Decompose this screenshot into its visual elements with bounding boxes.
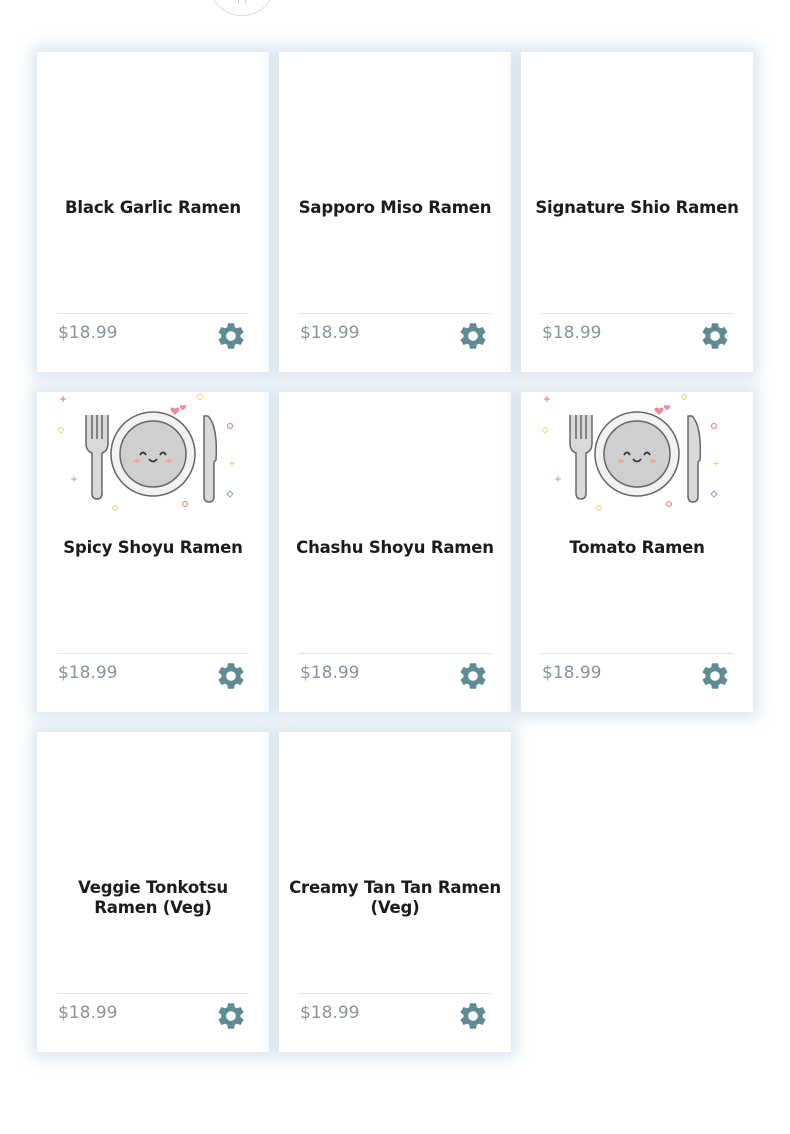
card-divider bbox=[57, 313, 249, 314]
item-image bbox=[299, 392, 491, 520]
menu-card[interactable]: Veggie Tonkotsu Ramen (Veg) $18.99 bbox=[37, 732, 269, 1052]
item-price: $18.99 bbox=[300, 323, 360, 343]
item-name: Sapporo Miso Ramen bbox=[298, 198, 492, 217]
menu-card[interactable]: Black Garlic Ramen $18.99 bbox=[37, 52, 269, 372]
plate-cutlery-icon bbox=[542, 394, 719, 511]
card-divider bbox=[57, 993, 249, 994]
item-price: $18.99 bbox=[542, 663, 602, 683]
menu-card[interactable]: Creamy Tan Tan Ramen (Veg) $18.99 bbox=[279, 732, 511, 1052]
item-name: Spicy Shoyu Ramen bbox=[63, 538, 243, 557]
item-name: Chashu Shoyu Ramen bbox=[296, 538, 494, 557]
item-image bbox=[57, 732, 249, 860]
item-image bbox=[299, 52, 491, 180]
item-name: Tomato Ramen bbox=[569, 538, 705, 557]
item-image bbox=[57, 52, 249, 180]
item-price: $18.99 bbox=[58, 323, 118, 343]
menu-card[interactable]: Chashu Shoyu Ramen $18.99 bbox=[279, 392, 511, 712]
item-name: Black Garlic Ramen bbox=[65, 198, 241, 217]
menu-card[interactable]: Spicy Shoyu Ramen $18.99 bbox=[37, 392, 269, 712]
item-image bbox=[299, 732, 491, 860]
item-image bbox=[541, 52, 733, 180]
item-image bbox=[57, 392, 249, 520]
item-price: $18.99 bbox=[542, 323, 602, 343]
item-price: $18.99 bbox=[300, 1003, 360, 1023]
item-name: Veggie Tonkotsu Ramen (Veg) bbox=[78, 878, 228, 917]
card-divider bbox=[541, 313, 733, 314]
gear-icon[interactable] bbox=[699, 660, 731, 692]
card-divider bbox=[541, 653, 733, 654]
gear-icon[interactable] bbox=[215, 1000, 247, 1032]
item-name: Signature Shio Ramen bbox=[535, 198, 739, 217]
menu-card[interactable]: Signature Shio Ramen $18.99 bbox=[521, 52, 753, 372]
card-divider bbox=[299, 653, 491, 654]
gear-icon[interactable] bbox=[699, 320, 731, 352]
menu-card[interactable]: Sapporo Miso Ramen $18.99 bbox=[279, 52, 511, 372]
plate-cutlery-icon bbox=[58, 394, 235, 511]
gear-icon[interactable] bbox=[215, 320, 247, 352]
item-price: $18.99 bbox=[58, 663, 118, 683]
item-price: $18.99 bbox=[58, 1003, 118, 1023]
item-price: $18.99 bbox=[300, 663, 360, 683]
gear-icon[interactable] bbox=[457, 1000, 489, 1032]
top-circle-mark bbox=[238, 0, 246, 4]
gear-icon[interactable] bbox=[215, 660, 247, 692]
card-divider bbox=[57, 653, 249, 654]
gear-icon[interactable] bbox=[457, 660, 489, 692]
item-name: Creamy Tan Tan Ramen (Veg) bbox=[289, 878, 501, 917]
menu-card[interactable]: Tomato Ramen $18.99 bbox=[521, 392, 753, 712]
gear-icon[interactable] bbox=[457, 320, 489, 352]
card-divider bbox=[299, 313, 491, 314]
item-image bbox=[541, 392, 733, 520]
card-divider bbox=[299, 993, 491, 994]
